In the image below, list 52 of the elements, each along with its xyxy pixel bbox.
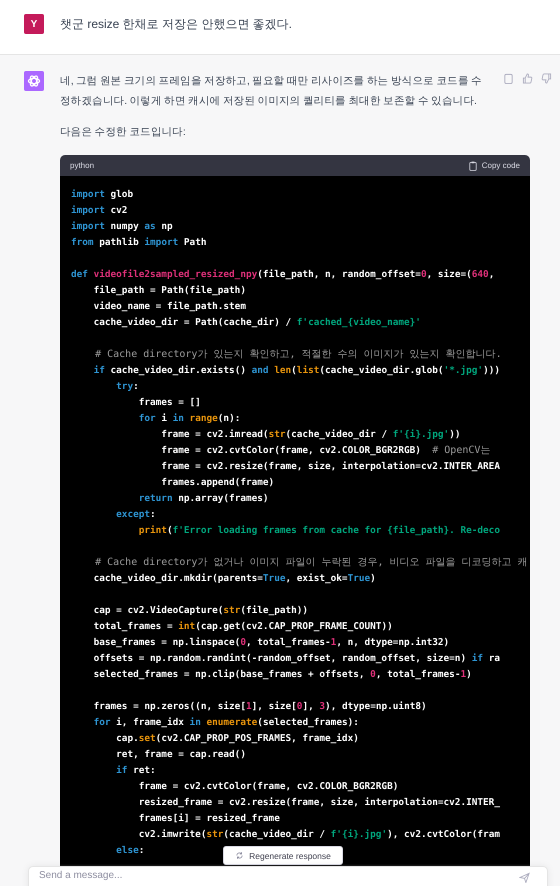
code-line: offsets = np.random.randint(-random_offset, random_offset, size=n) if ra bbox=[92, 652, 500, 666]
copy-code-button[interactable]: Copy code bbox=[468, 160, 520, 170]
code-line: from pathlib import Path bbox=[71, 236, 206, 250]
code-line: frame = cv2.cvtColor(frame, cv2.COLOR_BGR2RGB) # OpenCV는 bbox=[160, 444, 490, 458]
code-line: # Cache directory가 있는지 확인하고, 적절한 수의 이미지가 있는지 확인합니다. bbox=[94, 348, 502, 362]
code-line: return np.array(frames) bbox=[138, 492, 269, 506]
code-line: # Cache directory가 없거나 이미지 파일이 누락된 경우, 비디오 파일을 디코딩하고 캐 bbox=[94, 556, 528, 570]
send-icon[interactable] bbox=[519, 872, 530, 883]
code-line: def videofile2sampled_resized_npy(file_path, n, random_offset=0, size=(640, bbox=[71, 268, 494, 282]
code-line: total_frames = int(cap.get(cv2.CAP_PROP_FRAME_COUNT)) bbox=[92, 620, 393, 634]
message-input[interactable]: Send a message... bbox=[28, 866, 548, 886]
code-line: try: bbox=[115, 380, 139, 394]
assistant-message: 네, 그럼 원본 크기의 프레임을 저장하고, 필요할 때만 리사이즈를 하는 방식으로 코드를 수정하겠습니다. 이렇게 하면 캐시에 저장된 이미지의 퀄리티를 최대한 보존할 수 있습니다. bbox=[60, 74, 483, 109]
code-line: frames = np.zeros((n, size[1], size[0], 3), dtype=np.uint8) bbox=[92, 700, 427, 714]
code-line: selected_frames = np.clip(base_frames + offsets, 0, total_frames-1) bbox=[92, 668, 472, 682]
code-line: cap.set(cv2.CAP_PROP_POS_FRAMES, frame_idx) bbox=[115, 732, 359, 746]
code-line: video_name = file_path.stem bbox=[92, 300, 246, 314]
code-line: for i in range(n): bbox=[138, 412, 240, 426]
code-line: cv2.imwrite(str(cache_video_dir / f'{i}.jpg'), cv2.cvtColor(fram bbox=[138, 828, 500, 842]
code-line: for i, frame_idx in enumerate(selected_frames): bbox=[92, 716, 359, 730]
code-line: frame = cv2.resize(frame, size, interpolation=cv2.INTER_AREA bbox=[160, 460, 500, 474]
user-avatar: Y bbox=[24, 14, 44, 34]
assistant-message: 다음은 수정한 코드입니다: bbox=[60, 125, 187, 140]
code-line: frames[i] = resized_frame bbox=[138, 812, 280, 826]
code-line: import numpy as np bbox=[71, 220, 173, 234]
code-line: print(f'Error loading frames from cache for {file_path}. Re-deco bbox=[138, 524, 500, 538]
code-line: if cache_video_dir.exists() and len(list(cache_video_dir.glob('*.jpg'))) bbox=[92, 364, 500, 378]
code-line: except: bbox=[115, 508, 156, 522]
code-line: base_frames = np.linspace(0, total_frames-1, n, dtype=np.int32) bbox=[92, 636, 450, 650]
code-line: cache_video_dir = Path(cache_dir) / f'cached_{video_name}' bbox=[92, 316, 421, 330]
code-line: resized_frame = cv2.resize(frame, size, interpolation=cv2.INTER_ bbox=[138, 796, 500, 810]
code-line: frames = [] bbox=[138, 396, 201, 410]
code-line: cache_video_dir.mkdir(parents=True, exist_ok=True) bbox=[92, 572, 376, 586]
code-line: cap = cv2.VideoCapture(str(file_path)) bbox=[92, 604, 308, 618]
language-label: python bbox=[70, 161, 94, 170]
thumbs-down-icon[interactable] bbox=[541, 73, 552, 84]
code-line: file_path = Path(file_path) bbox=[92, 284, 246, 298]
assistant-avatar bbox=[24, 71, 44, 91]
clipboard-icon bbox=[468, 160, 477, 170]
code-line: if ret: bbox=[115, 764, 156, 778]
code-line: else: bbox=[115, 844, 144, 858]
thumbs-up-icon[interactable] bbox=[522, 73, 533, 84]
user-message: 챗군 resize 한채로 저장은 안했으면 좋겠다. bbox=[60, 16, 292, 33]
code-line: frames.append(frame) bbox=[160, 476, 274, 490]
code-line: frame = cv2.imread(str(cache_video_dir / f'{i}.jpg')) bbox=[160, 428, 460, 442]
code-line: import cv2 bbox=[71, 204, 128, 218]
code-line: frame = cv2.cvtColor(frame, cv2.COLOR_BGR2RGB) bbox=[138, 780, 398, 794]
code-line: import glob bbox=[71, 188, 134, 202]
clipboard-icon[interactable] bbox=[503, 73, 514, 84]
code-line: ret, frame = cap.read() bbox=[115, 748, 246, 762]
regenerate-button[interactable]: Regenerate response bbox=[223, 846, 343, 865]
refresh-icon bbox=[235, 851, 244, 860]
